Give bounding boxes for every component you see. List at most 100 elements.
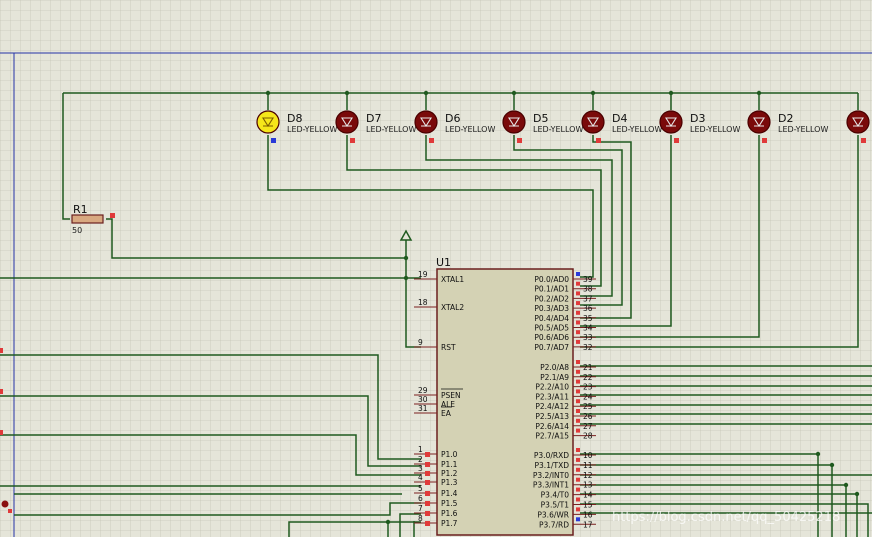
junction-dot xyxy=(511,90,517,96)
r1-ref: R1 xyxy=(73,203,88,216)
pin-marker xyxy=(576,448,580,452)
pin-number: 10 xyxy=(583,451,593,460)
pin-number: 19 xyxy=(418,270,428,279)
pin-name: RST xyxy=(441,343,456,352)
led-body xyxy=(747,110,771,134)
pin-number: 5 xyxy=(418,484,423,493)
pin-name: P1.7 xyxy=(441,519,458,528)
pin-marker xyxy=(576,399,580,404)
pin-number: 17 xyxy=(583,520,593,529)
led-part: LED-YELLOW xyxy=(533,125,583,134)
led-pin-marker xyxy=(674,138,679,143)
pin-name: P0.2/AD2 xyxy=(534,294,569,303)
pin-marker xyxy=(576,301,580,306)
led-ref: D6 xyxy=(445,112,460,125)
pin-marker xyxy=(576,428,580,433)
led-body xyxy=(502,110,526,134)
pin-name: P0.6/AD6 xyxy=(534,333,569,342)
led-pin-marker xyxy=(271,138,276,143)
pin-number: 22 xyxy=(583,373,593,382)
pin-marker xyxy=(576,320,580,325)
pin-number: 32 xyxy=(583,343,593,352)
pin-name: XTAL1 xyxy=(441,275,464,284)
led-ref: D3 xyxy=(690,112,705,125)
led-body xyxy=(414,110,438,134)
pin-name: P2.7/A15 xyxy=(535,432,569,441)
pin-name: P0.1/AD1 xyxy=(534,285,569,294)
pin-number: 29 xyxy=(418,386,428,395)
pin-marker xyxy=(576,272,580,276)
r1-pin-marker xyxy=(110,213,115,218)
pin-number: 11 xyxy=(583,461,593,470)
r1-body xyxy=(71,214,104,224)
led-part: LED-YELLOW xyxy=(445,125,495,134)
pin-name: P0.7/AD7 xyxy=(534,343,569,352)
led-pin-marker xyxy=(762,138,767,143)
pin-name: P2.5/A13 xyxy=(535,412,569,421)
pin-number: 2 xyxy=(418,455,423,464)
led-body xyxy=(335,110,359,134)
pin-number: 39 xyxy=(583,275,593,284)
junction-dot xyxy=(590,90,596,96)
pin-marker xyxy=(425,462,430,467)
pin-number: 23 xyxy=(583,383,593,392)
pin-name: P1.1 xyxy=(441,460,458,469)
pin-marker xyxy=(576,379,580,384)
led-pin-marker xyxy=(429,138,434,143)
led-body xyxy=(581,110,605,134)
junction-dot xyxy=(344,90,350,96)
watermark-text: https://blog.csdn.net/qq_50425218 xyxy=(612,510,840,525)
pin-number: 33 xyxy=(583,333,593,342)
led-pin-marker xyxy=(596,138,601,143)
pin-number: 35 xyxy=(583,314,593,323)
pin-name: P0.5/AD5 xyxy=(534,324,569,333)
pin-number: 36 xyxy=(583,304,593,313)
led-ref: D4 xyxy=(612,112,627,125)
pin-number: 34 xyxy=(583,324,593,333)
pin-name: P2.0/A8 xyxy=(540,363,569,372)
pin-name: P0.4/AD4 xyxy=(534,314,569,323)
pin-number: 28 xyxy=(583,432,593,441)
pin-number: 14 xyxy=(583,491,593,500)
pin-marker xyxy=(576,457,580,462)
pin-marker xyxy=(576,467,580,472)
pin-name: P3.1/TXD xyxy=(535,461,570,470)
pin-number: 9 xyxy=(418,338,423,347)
microcontroller-u1[interactable]: U1 19 XTAL1 18 XTAL2 9 RST 29 PSEN 30 ALE 31 EA 1 P1.… xyxy=(414,256,596,536)
pin-name: PSEN xyxy=(441,391,461,400)
pin-marker xyxy=(576,487,580,492)
pin-name: P3.5/T1 xyxy=(541,501,570,510)
pin-marker xyxy=(576,339,580,344)
pin-marker xyxy=(576,330,580,335)
pin-marker xyxy=(576,281,580,286)
pin-name: EA xyxy=(441,409,452,418)
led-pin-marker xyxy=(517,138,522,143)
pin-marker xyxy=(425,521,430,526)
junction-dot xyxy=(668,90,674,96)
pin-marker xyxy=(576,360,580,364)
pin-name: P3.6/WR xyxy=(537,510,569,519)
pin-number: 27 xyxy=(583,422,593,431)
pin-marker xyxy=(576,507,580,512)
pin-number: 7 xyxy=(418,504,423,513)
pin-marker xyxy=(576,497,580,502)
junction-dot xyxy=(756,90,762,96)
pin-number: 26 xyxy=(583,412,593,421)
pin-name: P3.2/INT0 xyxy=(533,471,569,480)
schematic-canvas[interactable]: R1 50 D8LED-YELLOWD7LED-YELLOWD6LED-YELL… xyxy=(0,0,872,537)
pin-name: P3.0/RXD xyxy=(534,451,569,460)
led-ref: D5 xyxy=(533,112,548,125)
r1-value: 50 xyxy=(72,226,82,235)
pin-name: P1.2 xyxy=(441,469,458,478)
led-pin-marker xyxy=(861,138,866,143)
pin-number: 21 xyxy=(583,363,593,372)
pin-number: 25 xyxy=(583,402,593,411)
pin-marker xyxy=(576,291,580,296)
pin-name: P0.3/AD3 xyxy=(534,304,569,313)
pin-number: 30 xyxy=(418,395,428,404)
pin-number: 6 xyxy=(418,494,423,503)
pin-marker xyxy=(425,452,430,457)
led-ref: D2 xyxy=(778,112,793,125)
pin-name: P1.4 xyxy=(441,489,458,498)
pin-name: P1.0 xyxy=(441,450,458,459)
